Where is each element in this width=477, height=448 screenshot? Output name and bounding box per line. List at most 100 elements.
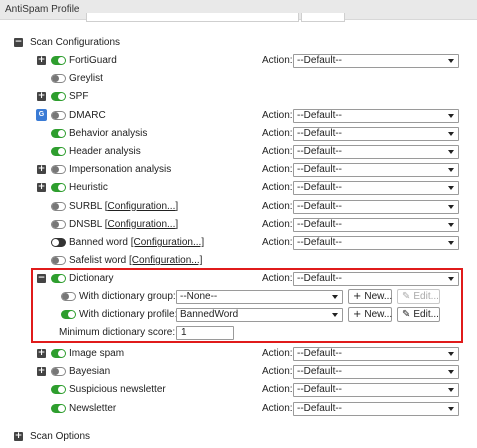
action-label: Action: xyxy=(262,109,293,121)
min-score-label: Minimum dictionary score: xyxy=(59,327,176,338)
action-select[interactable]: --Default-- xyxy=(293,401,459,416)
expand-icon[interactable]: + xyxy=(37,165,46,175)
row-heuristic: + Heuristic Action: --Default-- xyxy=(0,180,477,196)
dictionary-group-edit-button[interactable]: ✎ Edit... xyxy=(397,289,440,304)
toggle-switch[interactable] xyxy=(51,385,66,395)
action-label: Action: xyxy=(262,273,293,284)
toggle-switch[interactable] xyxy=(51,219,66,229)
toggle-switch[interactable] xyxy=(51,349,66,358)
expand-icon[interactable]: + xyxy=(14,431,23,441)
scan-configurations-header[interactable]: − Scan Configurations xyxy=(14,35,120,49)
row-label: DNSBL [Configuration...] xyxy=(69,218,179,230)
action-label: Action: xyxy=(262,55,293,66)
dictionary-toggle[interactable] xyxy=(51,274,66,283)
toggle-switch[interactable] xyxy=(51,165,66,175)
toggle-switch[interactable] xyxy=(51,110,66,120)
dictionary-profile-toggle[interactable] xyxy=(61,310,76,319)
toggle-switch[interactable] xyxy=(51,74,66,84)
dictionary-group-new-button[interactable]: + New... xyxy=(348,289,392,304)
name-field-partial[interactable] xyxy=(86,13,299,22)
action-label: Action: xyxy=(262,127,293,139)
expand-icon[interactable]: + xyxy=(37,92,46,102)
action-select[interactable]: --Default-- xyxy=(293,54,459,68)
toggle-switch[interactable] xyxy=(51,367,66,377)
dictionary-profile-select[interactable]: BannedWord xyxy=(176,308,343,322)
action-select[interactable]: --Default-- xyxy=(293,365,459,380)
action-label: Action: xyxy=(262,384,293,396)
row-header-analysis: Header analysis Action: --Default-- xyxy=(0,144,477,160)
row-dictionary: − Dictionary Action: --Default-- xyxy=(0,271,477,287)
chevron-down-icon xyxy=(448,241,454,245)
chevron-down-icon xyxy=(448,59,454,63)
row-banned-word: Banned word [Configuration...] Action: --D… xyxy=(0,235,477,251)
toggle-switch[interactable] xyxy=(51,92,66,102)
configuration-link[interactable]: [Configuration...] xyxy=(105,201,178,212)
min-score-input[interactable]: 1 xyxy=(176,326,234,340)
action-select[interactable]: --Default-- xyxy=(293,236,459,250)
dmarc-badge-icon: G xyxy=(36,108,47,121)
row-label: SPF xyxy=(69,91,89,103)
configuration-link[interactable]: [Configuration...] xyxy=(129,255,202,266)
row-label: Heuristic xyxy=(69,182,108,194)
chevron-down-icon xyxy=(448,204,454,209)
action-select[interactable]: --Default-- xyxy=(293,145,459,159)
collapse-icon[interactable]: − xyxy=(14,37,23,47)
row-suspicious-newsletter: Suspicious newsletter Action: --Default-- xyxy=(0,382,477,398)
action-select[interactable]: --Default-- xyxy=(293,163,459,178)
expand-icon[interactable]: + xyxy=(37,183,46,193)
action-label: Action: xyxy=(262,200,293,212)
toggle-switch[interactable] xyxy=(51,56,66,65)
chevron-down-icon xyxy=(448,388,454,393)
chevron-down-icon xyxy=(332,313,338,317)
toggle-switch[interactable] xyxy=(51,201,66,211)
scan-options-header[interactable]: + Scan Options xyxy=(14,429,90,443)
configuration-link[interactable]: [Configuration...] xyxy=(131,237,204,248)
action-select[interactable]: --Default-- xyxy=(293,199,459,214)
collapse-icon[interactable]: − xyxy=(37,274,46,283)
dictionary-action-select[interactable]: --Default-- xyxy=(293,272,459,286)
action-select[interactable]: --Default-- xyxy=(293,108,459,123)
toggle-switch[interactable] xyxy=(51,238,66,247)
chevron-down-icon xyxy=(448,113,454,118)
toggle-switch[interactable] xyxy=(51,147,66,156)
row-label: SURBL [Configuration...] xyxy=(69,200,179,212)
dictionary-group-toggle[interactable] xyxy=(61,292,76,301)
chevron-down-icon xyxy=(332,295,338,299)
chevron-down-icon xyxy=(448,370,454,375)
top-field-partial-2[interactable] xyxy=(301,13,345,22)
action-select[interactable]: --Default-- xyxy=(293,347,459,361)
expand-icon[interactable]: + xyxy=(37,56,46,65)
window-title: AntiSpam Profile xyxy=(5,4,80,15)
dictionary-group-select[interactable]: --None-- xyxy=(176,290,343,304)
action-label: Action: xyxy=(262,402,293,414)
chevron-down-icon xyxy=(448,277,454,281)
action-label: Action: xyxy=(262,237,293,248)
expand-icon[interactable]: + xyxy=(37,349,46,358)
action-select[interactable]: --Default-- xyxy=(293,181,459,196)
chevron-down-icon xyxy=(448,222,454,227)
row-dictionary-group: With dictionary group: --None-- + New... … xyxy=(0,289,477,305)
chevron-down-icon xyxy=(448,131,454,136)
action-select[interactable]: --Default-- xyxy=(293,217,459,232)
configuration-link[interactable]: [Configuration...] xyxy=(105,219,178,230)
dictionary-group-label: With dictionary group: xyxy=(79,291,176,302)
row-label: Newsletter xyxy=(69,402,117,414)
row-surbl: SURBL [Configuration...] Action: --Default… xyxy=(0,199,477,215)
dictionary-profile-new-button[interactable]: + New... xyxy=(348,307,392,322)
row-label: DMARC xyxy=(69,109,106,121)
row-label: Greylist xyxy=(69,73,103,85)
dictionary-profile-edit-button[interactable]: ✎ Edit... xyxy=(397,307,440,322)
action-select[interactable]: --Default-- xyxy=(293,383,459,398)
row-label: Suspicious newsletter xyxy=(69,384,166,396)
row-label: Banned word [Configuration...] xyxy=(69,237,205,248)
toggle-switch[interactable] xyxy=(51,183,66,193)
action-select[interactable]: --Default-- xyxy=(293,126,459,141)
expand-icon[interactable]: + xyxy=(37,367,46,377)
toggle-switch[interactable] xyxy=(51,128,66,138)
row-label: Header analysis xyxy=(69,146,141,157)
toggle-switch[interactable] xyxy=(51,256,66,266)
row-label: Image spam xyxy=(69,348,125,359)
toggle-switch[interactable] xyxy=(51,403,66,413)
chevron-down-icon xyxy=(448,186,454,191)
chevron-down-icon xyxy=(448,168,454,173)
